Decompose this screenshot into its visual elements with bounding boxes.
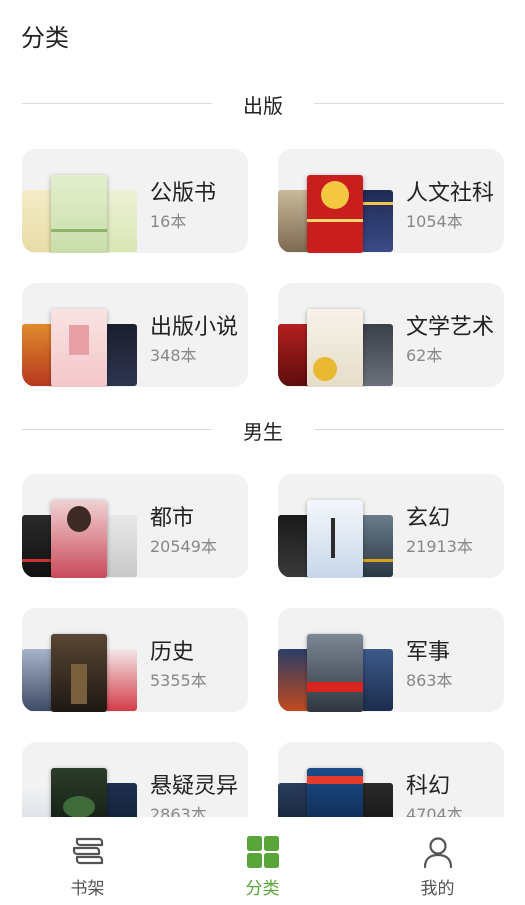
category-count: 62本	[406, 346, 443, 365]
book-cover	[51, 175, 107, 253]
category-card-mystery[interactable]: 悬疑灵异 2863本	[22, 742, 248, 817]
category-name: 科幻	[406, 774, 451, 799]
book-covers	[278, 608, 393, 712]
category-count: 20549本	[150, 537, 217, 556]
book-covers	[22, 149, 137, 253]
category-card-published-fiction[interactable]: 出版小说 348本	[22, 283, 248, 387]
category-card-public-domain[interactable]: 公版书 16本	[22, 149, 248, 253]
section-header-male: 男生	[22, 414, 504, 444]
book-cover	[361, 324, 393, 386]
bookshelf-icon	[72, 837, 104, 865]
divider	[314, 103, 504, 104]
book-cover	[51, 500, 107, 578]
category-card-literature-art[interactable]: 文学艺术 62本	[278, 283, 504, 387]
category-count: 16本	[150, 212, 187, 231]
emblem-icon	[321, 181, 349, 209]
book-cover	[307, 634, 363, 712]
book-covers	[278, 283, 393, 387]
user-icon	[423, 837, 453, 869]
page-title: 分类	[21, 24, 69, 52]
category-name: 人文社科	[406, 181, 495, 206]
category-name: 玄幻	[406, 506, 451, 531]
bottom-nav: 书架 分类 我的	[0, 817, 525, 905]
nav-label: 分类	[245, 879, 280, 899]
category-name: 历史	[150, 640, 195, 665]
category-list[interactable]: 出版 公版书 16本 人文社科 1054本 出版小说 348本 文学艺术 62本…	[0, 72, 525, 817]
category-count: 5355本	[150, 671, 207, 690]
category-name: 都市	[150, 506, 195, 531]
category-count: 2863本	[150, 805, 207, 817]
book-cover	[105, 515, 137, 577]
category-name: 军事	[406, 640, 451, 665]
book-cover	[361, 649, 393, 711]
category-card-urban[interactable]: 都市 20549本	[22, 474, 248, 578]
book-cover	[361, 190, 393, 252]
category-name: 公版书	[150, 181, 217, 206]
book-cover	[307, 175, 363, 253]
category-card-history[interactable]: 历史 5355本	[22, 608, 248, 712]
book-covers	[22, 283, 137, 387]
book-cover	[307, 309, 363, 387]
category-count: 21913本	[406, 537, 473, 556]
book-cover	[51, 634, 107, 712]
book-covers	[278, 149, 393, 253]
book-cover	[105, 649, 137, 711]
book-cover	[307, 500, 363, 578]
category-card-fantasy[interactable]: 玄幻 21913本	[278, 474, 504, 578]
section-label: 出版	[243, 94, 283, 118]
book-cover	[307, 768, 363, 817]
section-header-publish: 出版	[22, 88, 504, 118]
book-cover	[105, 783, 137, 817]
book-cover	[105, 324, 137, 386]
category-name: 文学艺术	[406, 315, 495, 340]
category-count: 348本	[150, 346, 197, 365]
section-label: 男生	[243, 420, 283, 444]
divider	[314, 429, 504, 430]
category-name: 悬疑灵异	[150, 774, 239, 799]
nav-category[interactable]: 分类	[175, 817, 350, 905]
category-card-military[interactable]: 军事 863本	[278, 608, 504, 712]
book-cover	[361, 515, 393, 577]
book-covers	[278, 742, 393, 817]
category-name: 出版小说	[150, 315, 239, 340]
nav-bookshelf[interactable]: 书架	[0, 817, 175, 905]
category-count: 1054本	[406, 212, 463, 231]
nav-profile[interactable]: 我的	[350, 817, 525, 905]
grid-icon	[247, 836, 279, 868]
nav-label: 我的	[420, 879, 455, 899]
book-cover	[105, 190, 137, 252]
category-count: 4704本	[406, 805, 463, 817]
book-covers	[22, 608, 137, 712]
category-count: 863本	[406, 671, 453, 690]
book-cover	[51, 309, 107, 387]
nav-label: 书架	[70, 879, 105, 899]
category-card-humanities[interactable]: 人文社科 1054本	[278, 149, 504, 253]
header-bar: 分类	[0, 0, 525, 72]
book-cover	[51, 768, 107, 817]
book-covers	[22, 474, 137, 578]
book-covers	[278, 474, 393, 578]
category-card-scifi[interactable]: 科幻 4704本	[278, 742, 504, 817]
book-cover	[361, 783, 393, 817]
book-covers	[22, 742, 137, 817]
